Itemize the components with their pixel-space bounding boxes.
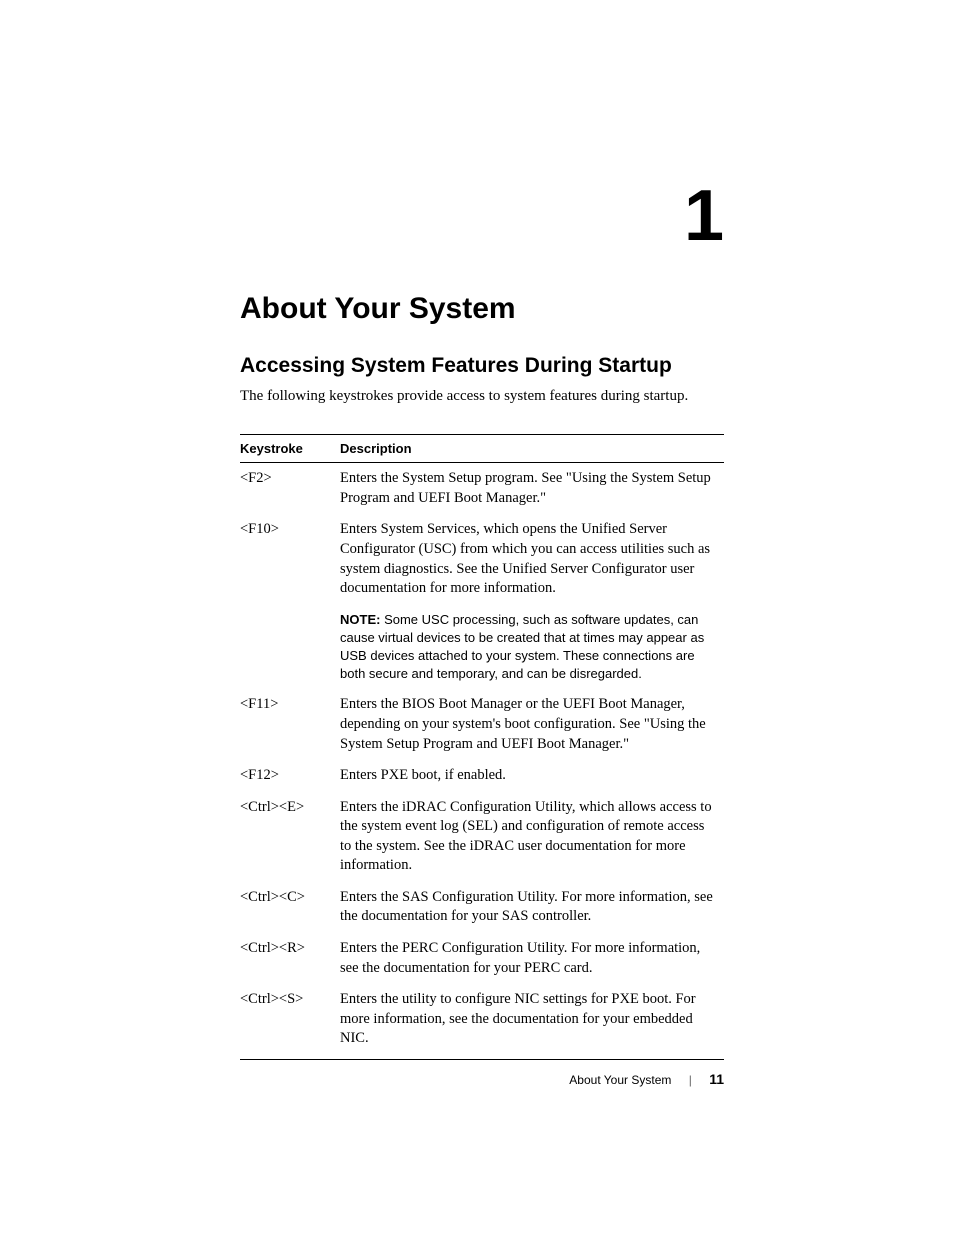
chapter-title: About Your System bbox=[240, 292, 724, 326]
footer-title: About Your System bbox=[569, 1073, 671, 1087]
description-cell: Enters System Services, which opens the … bbox=[340, 514, 724, 604]
keystroke-cell: <Ctrl><C> bbox=[240, 882, 340, 933]
page-number: 11 bbox=[709, 1071, 724, 1087]
table-row: <F12> Enters PXE boot, if enabled. bbox=[240, 760, 724, 792]
table-row: <F10> Enters System Services, which open… bbox=[240, 514, 724, 604]
description-cell: Enters the PERC Configuration Utility. F… bbox=[340, 933, 724, 984]
section-intro: The following keystrokes provide access … bbox=[240, 386, 724, 406]
keystroke-cell bbox=[240, 605, 340, 690]
keystroke-cell: <F2> bbox=[240, 463, 340, 515]
page-footer: About Your System | 11 bbox=[569, 1071, 724, 1087]
keystroke-cell: <Ctrl><E> bbox=[240, 792, 340, 882]
description-cell: Enters the utility to configure NIC sett… bbox=[340, 984, 724, 1059]
footer-separator: | bbox=[689, 1073, 692, 1087]
section-title: Accessing System Features During Startup bbox=[240, 354, 724, 378]
chapter-number: 1 bbox=[240, 180, 724, 252]
keystroke-table: Keystroke Description <F2> Enters the Sy… bbox=[240, 434, 724, 1060]
page-content: 1 About Your System Accessing System Fea… bbox=[0, 0, 954, 1060]
table-row: <F2> Enters the System Setup program. Se… bbox=[240, 463, 724, 515]
keystroke-cell: <F10> bbox=[240, 514, 340, 604]
table-row: <F11> Enters the BIOS Boot Manager or th… bbox=[240, 689, 724, 760]
keystroke-cell: <F11> bbox=[240, 689, 340, 760]
note-label: NOTE: bbox=[340, 612, 380, 627]
table-row: NOTE: Some USC processing, such as softw… bbox=[240, 605, 724, 690]
description-cell: Enters the iDRAC Configuration Utility, … bbox=[340, 792, 724, 882]
description-cell: Enters the BIOS Boot Manager or the UEFI… bbox=[340, 689, 724, 760]
keystroke-cell: <F12> bbox=[240, 760, 340, 792]
table-row: <Ctrl><E> Enters the iDRAC Configuration… bbox=[240, 792, 724, 882]
note-cell: NOTE: Some USC processing, such as softw… bbox=[340, 605, 724, 690]
table-row: <Ctrl><C> Enters the SAS Configuration U… bbox=[240, 882, 724, 933]
description-cell: Enters PXE boot, if enabled. bbox=[340, 760, 724, 792]
description-cell: Enters the System Setup program. See "Us… bbox=[340, 463, 724, 515]
table-row: <Ctrl><S> Enters the utility to configur… bbox=[240, 984, 724, 1059]
keystroke-cell: <Ctrl><S> bbox=[240, 984, 340, 1059]
col-header-keystroke: Keystroke bbox=[240, 435, 340, 463]
description-cell: Enters the SAS Configuration Utility. Fo… bbox=[340, 882, 724, 933]
col-header-description: Description bbox=[340, 435, 724, 463]
keystroke-cell: <Ctrl><R> bbox=[240, 933, 340, 984]
note-text: Some USC processing, such as software up… bbox=[340, 612, 704, 682]
table-row: <Ctrl><R> Enters the PERC Configuration … bbox=[240, 933, 724, 984]
